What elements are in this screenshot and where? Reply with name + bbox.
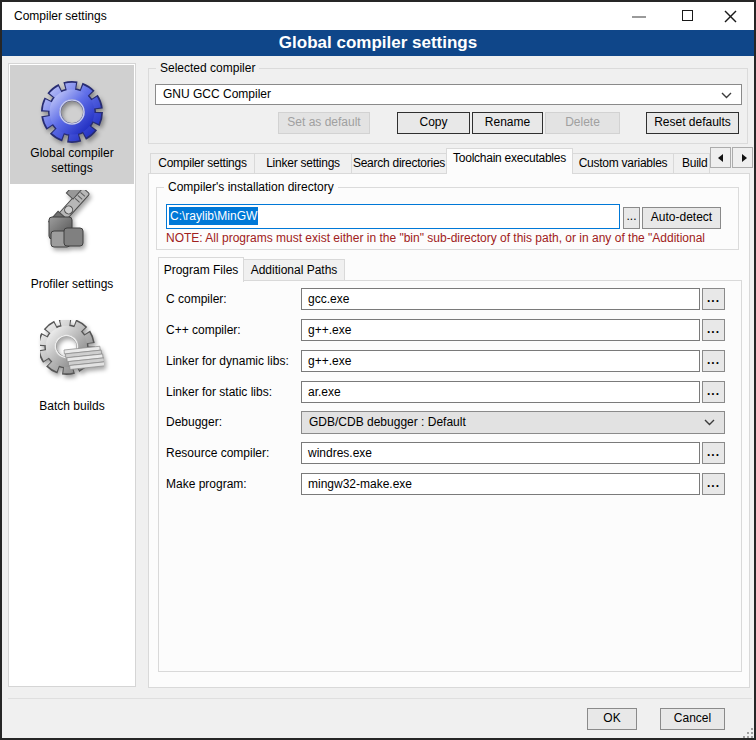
field-label: C++ compiler: <box>166 319 241 341</box>
delete-button[interactable]: Delete <box>545 112 620 134</box>
dialog-header-title: Global compiler settings <box>2 30 754 56</box>
bin-subdirectory-note: NOTE: All programs must exist either in … <box>166 231 726 245</box>
static-linker-browse-button[interactable]: ... <box>702 381 725 403</box>
browse-directory-button[interactable]: ... <box>623 207 640 229</box>
debugger-select-value: GDB/CDB debugger : Default <box>309 415 466 429</box>
c-compiler-input[interactable]: gcc.exe <box>301 288 700 310</box>
group-label: Compiler's installation directory <box>164 180 338 194</box>
cancel-button[interactable]: Cancel <box>660 708 725 730</box>
chevron-down-icon <box>704 419 715 426</box>
tab-build-options[interactable]: Build options <box>673 153 710 173</box>
tab-custom-variables[interactable]: Custom variables <box>572 153 674 173</box>
selected-text: C:\raylib\MinGW <box>169 207 258 225</box>
tab-scroll-left-button[interactable] <box>710 147 731 168</box>
chevron-down-icon <box>721 92 732 99</box>
gray-gear-stack-icon <box>40 320 104 384</box>
debugger-select[interactable]: GDB/CDB debugger : Default <box>301 411 725 434</box>
tab-search-directories[interactable]: Search directories <box>351 153 447 173</box>
close-button[interactable] <box>715 2 745 30</box>
arrow-right-icon <box>742 154 747 162</box>
field-label: Make program: <box>166 473 247 495</box>
ok-button[interactable]: OK <box>587 708 637 730</box>
close-icon <box>715 2 745 30</box>
installation-directory-input[interactable]: C:\raylib\MinGW <box>166 204 620 229</box>
blue-gear-icon <box>40 80 104 144</box>
tab-linker-settings[interactable]: Linker settings <box>254 153 352 173</box>
copy-button[interactable]: Copy <box>397 112 470 134</box>
make-program-input[interactable]: mingw32-make.exe <box>301 473 700 495</box>
compiler-select[interactable]: GNU GCC Compiler <box>155 84 742 105</box>
dynamic-linker-input[interactable]: g++.exe <box>301 350 700 372</box>
reset-defaults-button[interactable]: Reset defaults <box>646 112 739 134</box>
field-label: Linker for static libs: <box>166 381 272 403</box>
compiler-select-value: GNU GCC Compiler <box>163 87 271 101</box>
maximize-icon <box>682 10 693 21</box>
dynamic-linker-browse-button[interactable]: ... <box>702 350 725 372</box>
tab-compiler-settings[interactable]: Compiler settings <box>150 153 255 173</box>
window-title: Compiler settings <box>14 9 107 23</box>
resize-grip[interactable] <box>743 728 745 730</box>
group-label: Selected compiler <box>156 61 259 75</box>
settings-category-list: Global compiler settings <box>8 63 136 687</box>
auto-detect-button[interactable]: Auto-detect <box>642 207 721 229</box>
maximize-button[interactable] <box>673 2 703 30</box>
caliper-blocks-icon <box>40 190 104 254</box>
compiler-settings-dialog: Compiler settings Global compiler settin… <box>0 0 756 740</box>
minimize-icon <box>632 16 646 18</box>
static-linker-input[interactable]: ar.exe <box>301 381 700 403</box>
cpp-compiler-input[interactable]: g++.exe <box>301 319 700 341</box>
titlebar: Compiler settings <box>2 2 754 30</box>
tab-toolchain-executables[interactable]: Toolchain executables <box>446 148 573 174</box>
make-program-browse-button[interactable]: ... <box>702 473 725 495</box>
arrow-left-icon <box>718 154 723 162</box>
field-label: Debugger: <box>166 411 222 433</box>
field-label: C compiler: <box>166 288 227 310</box>
rename-button[interactable]: Rename <box>472 112 543 134</box>
cpp-compiler-browse-button[interactable]: ... <box>702 319 725 341</box>
c-compiler-browse-button[interactable]: ... <box>702 288 725 310</box>
sidebar-label: Batch builds <box>11 399 133 414</box>
sidebar-label: Global compiler settings <box>11 146 133 176</box>
subtab-program-files[interactable]: Program Files <box>158 257 244 282</box>
footer-divider <box>8 698 752 699</box>
field-label: Linker for dynamic libs: <box>166 350 289 372</box>
field-label: Resource compiler: <box>166 442 269 464</box>
set-as-default-button[interactable]: Set as default <box>278 112 370 134</box>
subtab-additional-paths[interactable]: Additional Paths <box>243 259 345 280</box>
minimize-button[interactable] <box>624 2 654 30</box>
resource-compiler-browse-button[interactable]: ... <box>702 442 725 464</box>
resource-compiler-input[interactable]: windres.exe <box>301 442 700 464</box>
sidebar-label: Profiler settings <box>11 277 133 292</box>
tab-scroll-right-button[interactable] <box>732 147 753 168</box>
